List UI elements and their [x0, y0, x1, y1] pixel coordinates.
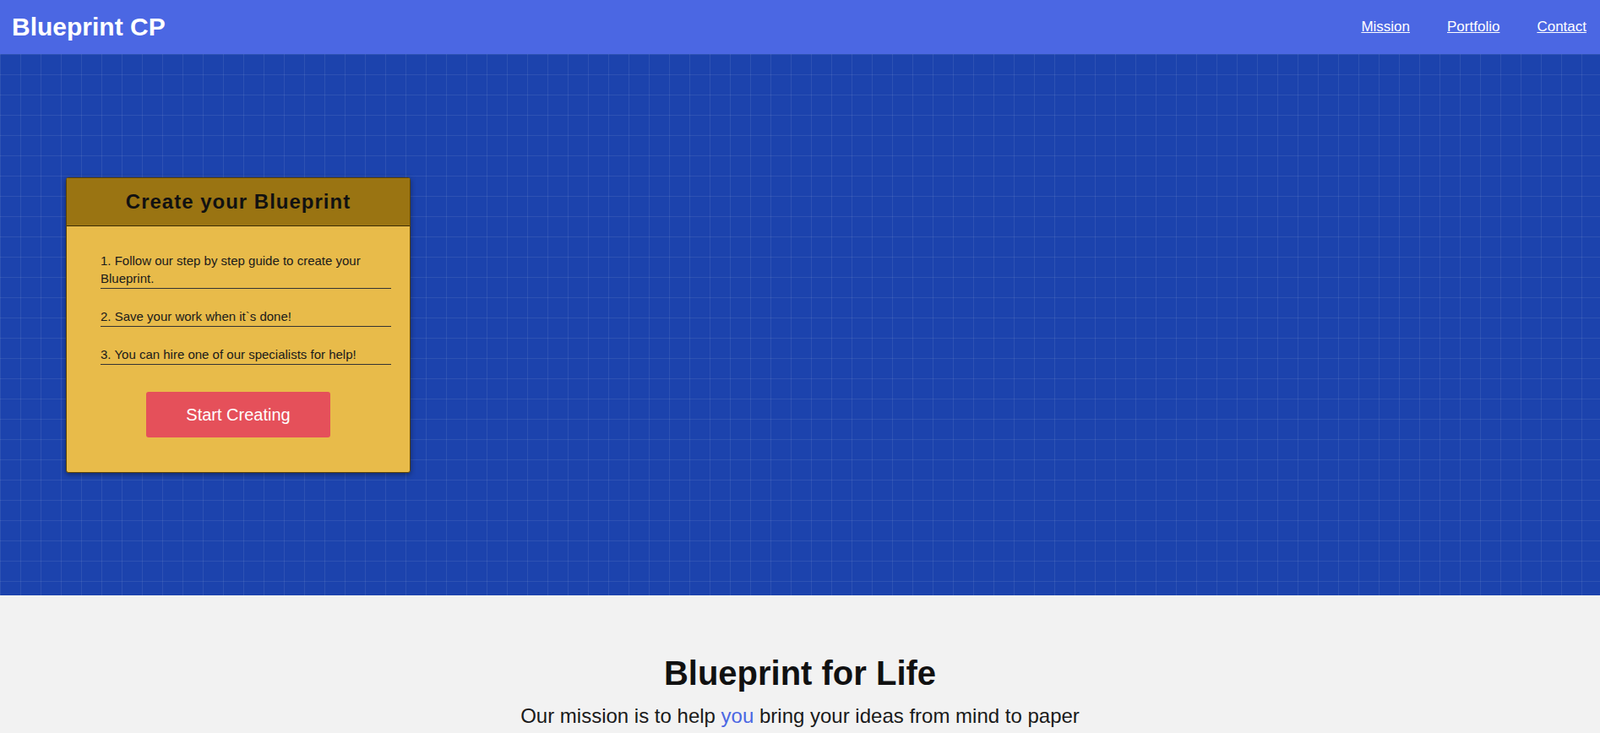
hero-image: Create your Blueprint 1. Follow our step …: [0, 54, 1600, 596]
text-part: Our mission is to help: [520, 704, 721, 728]
button-row: Start Creating: [66, 364, 410, 455]
mission-text: Our mission is to help you bring your id…: [520, 704, 1080, 729]
step: 2. Save your work when it`s done!: [100, 307, 392, 327]
nav-links: Mission Portfolio Contact: [1360, 18, 1589, 36]
logo[interactable]: Blueprint CP: [11, 12, 166, 42]
step-list: 1. Follow our step by step guide to crea…: [66, 226, 410, 365]
mission-section: Blueprint for Life Our mission is to help…: [0, 595, 1600, 733]
step: 1. Follow our step by step guide to crea…: [100, 251, 392, 289]
card-header: Create your Blueprint: [66, 178, 410, 227]
text-part: bring your ideas from mind to paper: [753, 704, 1080, 728]
blueprint-card: Create your Blueprint 1. Follow our step …: [65, 177, 411, 474]
nav-link[interactable]: Contact: [1536, 18, 1587, 36]
mission-title: Blueprint for Life: [663, 654, 937, 693]
nav-link[interactable]: Mission: [1360, 18, 1410, 36]
nav-bar: Blueprint CP Mission Portfolio Contact: [0, 0, 1600, 55]
nav-link[interactable]: Portfolio: [1447, 18, 1500, 36]
card-title: Create your Blueprint: [125, 190, 351, 214]
step: 3. You can hire one of our specialists f…: [100, 345, 392, 365]
page: Blueprint CP Mission Portfolio Contact Creat…: [0, 0, 1600, 733]
start-button[interactable]: Start Creating: [146, 391, 331, 438]
highlight-text: you: [721, 704, 755, 728]
